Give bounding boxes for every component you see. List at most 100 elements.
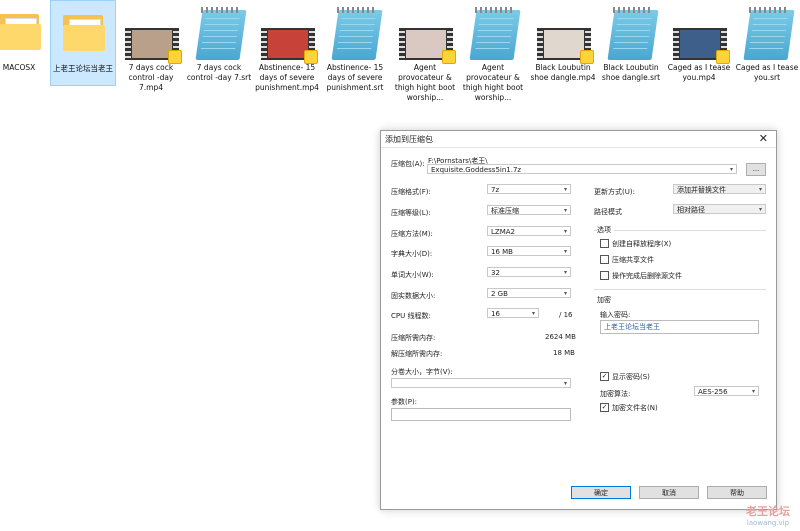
cpu-total: / 16 xyxy=(559,311,573,319)
method-label: 压缩方法(M): xyxy=(391,230,433,238)
shared-checkbox[interactable]: 压缩共享文件 xyxy=(600,254,654,265)
dict-label: 字典大小(D): xyxy=(391,250,433,258)
shared-label: 压缩共享文件 xyxy=(612,256,654,264)
chevron-down-icon: ▾ xyxy=(563,380,567,387)
chevron-down-icon: ▾ xyxy=(563,228,567,235)
encrypt-group xyxy=(594,289,766,290)
checkbox-box xyxy=(600,238,609,248)
method-value: LZMA2 xyxy=(491,228,515,236)
check-icon: ✓ xyxy=(600,371,609,381)
cpu-value: 16 xyxy=(491,310,500,318)
video-file-icon xyxy=(123,0,182,64)
path-select[interactable]: 相对路径 ▾ xyxy=(673,204,766,214)
video-file-icon xyxy=(671,0,730,64)
dict-select[interactable]: 16 MB ▾ xyxy=(487,246,571,256)
delete-source-checkbox[interactable]: 操作完成后删除源文件 xyxy=(600,270,682,281)
file-item[interactable]: Caged as I tease you.mp4 xyxy=(666,0,732,83)
site-watermark: 老王论坛 laowang.vip xyxy=(746,503,790,527)
file-name: Abstinence- 15 days of severe punishment… xyxy=(255,63,319,92)
file-item[interactable]: Caged as I tease you.srt xyxy=(734,0,800,83)
chevron-down-icon: ▾ xyxy=(531,310,535,317)
level-select[interactable]: 标准压缩 ▾ xyxy=(487,205,571,215)
file-item[interactable]: Abstinence- 15 days of severe punishment… xyxy=(254,0,320,93)
params-input[interactable] xyxy=(391,408,571,421)
watermark-url: laowang.vip xyxy=(746,519,790,527)
text-file-icon xyxy=(327,0,383,60)
file-name: 7 days cock control -day 7.srt xyxy=(186,63,252,82)
browse-button[interactable]: ... xyxy=(746,163,766,176)
split-label: 分卷大小，字节(V): xyxy=(391,368,453,376)
close-icon[interactable]: ✕ xyxy=(759,132,768,145)
cpu-select[interactable]: 16 ▾ xyxy=(487,308,539,318)
cancel-button[interactable]: 取消 xyxy=(639,486,699,499)
file-name: Black Loubutin shoe dangle.mp4 xyxy=(530,63,596,82)
chevron-down-icon: ▾ xyxy=(729,166,733,173)
check-icon: ✓ xyxy=(600,402,609,412)
format-label: 压缩格式(F): xyxy=(391,188,431,196)
password-label: 输入密码: xyxy=(600,311,631,319)
desktop-file-list: MACOSX 上老王论坛当老王 7 days cock control -day 7… xyxy=(0,0,800,110)
add-to-archive-dialog: 添加到压缩包 ✕ 压缩包(A): F:\Pornstars\老王\ Exquis… xyxy=(380,130,777,510)
text-file-icon xyxy=(603,0,659,60)
mem-comp-value: 2624 MB xyxy=(545,333,576,341)
checkbox-box xyxy=(600,270,609,280)
options-group xyxy=(594,230,766,231)
sfx-checkbox[interactable]: 创建自释放程序(X) xyxy=(600,238,672,249)
level-value: 标准压缩 xyxy=(491,207,519,215)
text-file-icon xyxy=(465,0,521,60)
file-name: 7 days cock control -day 7.mp4 xyxy=(128,63,174,92)
cpu-label: CPU 线程数: xyxy=(391,312,431,320)
file-item[interactable]: MACOSX xyxy=(0,0,52,73)
word-label: 单词大小(W): xyxy=(391,271,434,279)
chevron-down-icon: ▾ xyxy=(563,269,567,276)
word-select[interactable]: 32 ▾ xyxy=(487,267,571,277)
sfx-label: 创建自释放程序(X) xyxy=(612,240,672,248)
format-select[interactable]: 7z ▾ xyxy=(487,184,571,194)
file-item[interactable]: 7 days cock control -day 7.mp4 xyxy=(118,0,184,93)
encrypt-title: 加密 xyxy=(597,296,611,304)
method-select[interactable]: LZMA2 ▾ xyxy=(487,226,571,236)
ok-button[interactable]: 确定 xyxy=(571,486,631,499)
archive-name-combobox[interactable]: Exquisite.Goddess5in1.7z ▾ xyxy=(427,164,737,174)
dict-value: 16 MB xyxy=(491,248,513,256)
chevron-down-icon: ▾ xyxy=(563,248,567,255)
file-name: MACOSX xyxy=(2,63,36,72)
file-name: Caged as I tease you.mp4 xyxy=(667,63,731,82)
file-item[interactable]: Black Loubutin shoe dangle.srt xyxy=(598,0,664,83)
options-title: 选项 xyxy=(597,225,614,235)
help-button[interactable]: 帮助 xyxy=(707,486,767,499)
encrypt-names-checkbox[interactable]: ✓ 加密文件名(N) xyxy=(600,402,658,413)
chevron-down-icon: ▾ xyxy=(563,290,567,297)
show-password-label: 显示密码(S) xyxy=(612,373,650,381)
password-input[interactable]: 上老王论坛当老王 xyxy=(600,320,759,334)
file-item[interactable]: 7 days cock control -day 7.srt xyxy=(186,0,252,83)
mem-decomp-label: 解压缩所需内存: xyxy=(391,350,443,358)
chevron-down-icon: ▾ xyxy=(563,186,567,193)
file-item[interactable]: Black Loubutin shoe dangle.mp4 xyxy=(530,0,596,83)
file-item[interactable]: Abstinence- 15 days of severe punishment… xyxy=(322,0,388,93)
folder-icon xyxy=(0,0,47,60)
file-name: Agent provocateur & thigh hight boot wor… xyxy=(462,63,524,102)
text-file-icon xyxy=(191,0,247,60)
file-item[interactable]: Agent provocateur & thigh hight boot wor… xyxy=(460,0,526,103)
folder-icon xyxy=(55,1,111,61)
show-password-checkbox[interactable]: ✓ 显示密码(S) xyxy=(600,371,650,382)
file-item[interactable]: Agent provocateur & thigh hight boot wor… xyxy=(392,0,458,103)
video-file-icon xyxy=(397,0,456,64)
encrypt-names-label: 加密文件名(N) xyxy=(612,404,658,412)
enc-method-label: 加密算法: xyxy=(600,390,631,398)
file-name: Caged as I tease you.srt xyxy=(735,63,799,82)
solid-select[interactable]: 2 GB ▾ xyxy=(487,288,571,298)
file-item[interactable]: 上老王论坛当老王 xyxy=(50,0,116,86)
path-value: 相对路径 xyxy=(677,206,705,214)
dialog-titlebar[interactable]: 添加到压缩包 ✕ xyxy=(381,131,776,148)
update-select[interactable]: 添加并替换文件 ▾ xyxy=(673,184,766,194)
update-value: 添加并替换文件 xyxy=(677,186,726,194)
params-label: 参数(P): xyxy=(391,398,418,406)
video-file-icon xyxy=(535,0,594,64)
solid-label: 固实数据大小: xyxy=(391,292,436,300)
split-combobox[interactable]: ▾ xyxy=(391,378,571,388)
enc-method-select[interactable]: AES-256 ▾ xyxy=(694,386,759,396)
update-label: 更新方式(U): xyxy=(594,188,635,196)
checkbox-box xyxy=(600,254,609,264)
